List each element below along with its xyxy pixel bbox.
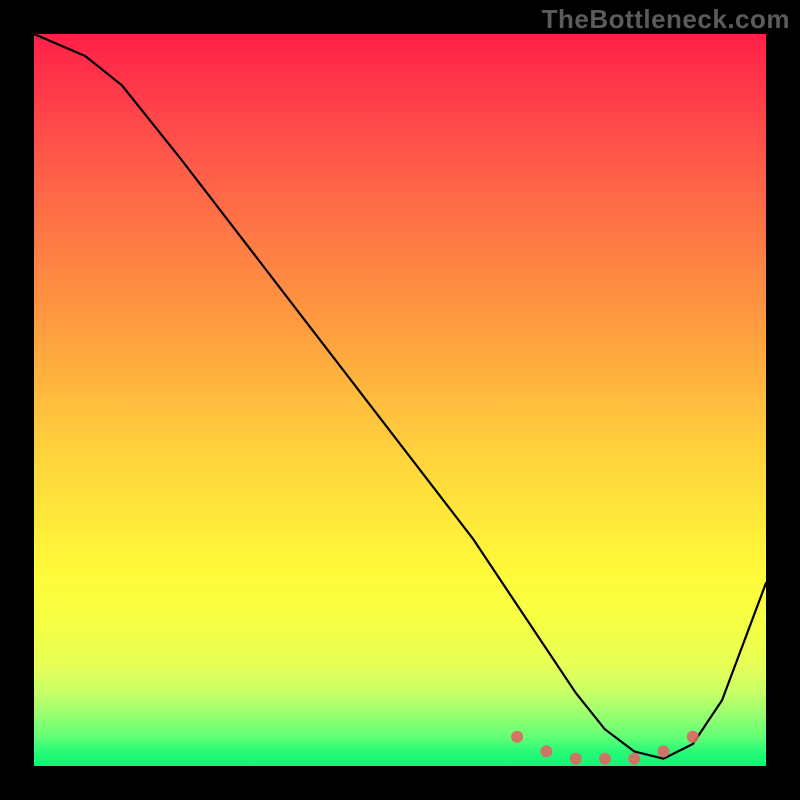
watermark-label: TheBottleneck.com (542, 4, 790, 35)
bottleneck-curve (34, 34, 766, 759)
chart-frame: TheBottleneck.com (0, 0, 800, 800)
marker-dot (599, 753, 611, 765)
marker-dot (570, 753, 582, 765)
marker-dot (658, 745, 670, 757)
minimum-markers (511, 731, 699, 765)
marker-dot (628, 753, 640, 765)
curve-layer (34, 34, 766, 766)
marker-dot (687, 731, 699, 743)
plot-area (34, 34, 766, 766)
marker-dot (511, 731, 523, 743)
marker-dot (540, 745, 552, 757)
